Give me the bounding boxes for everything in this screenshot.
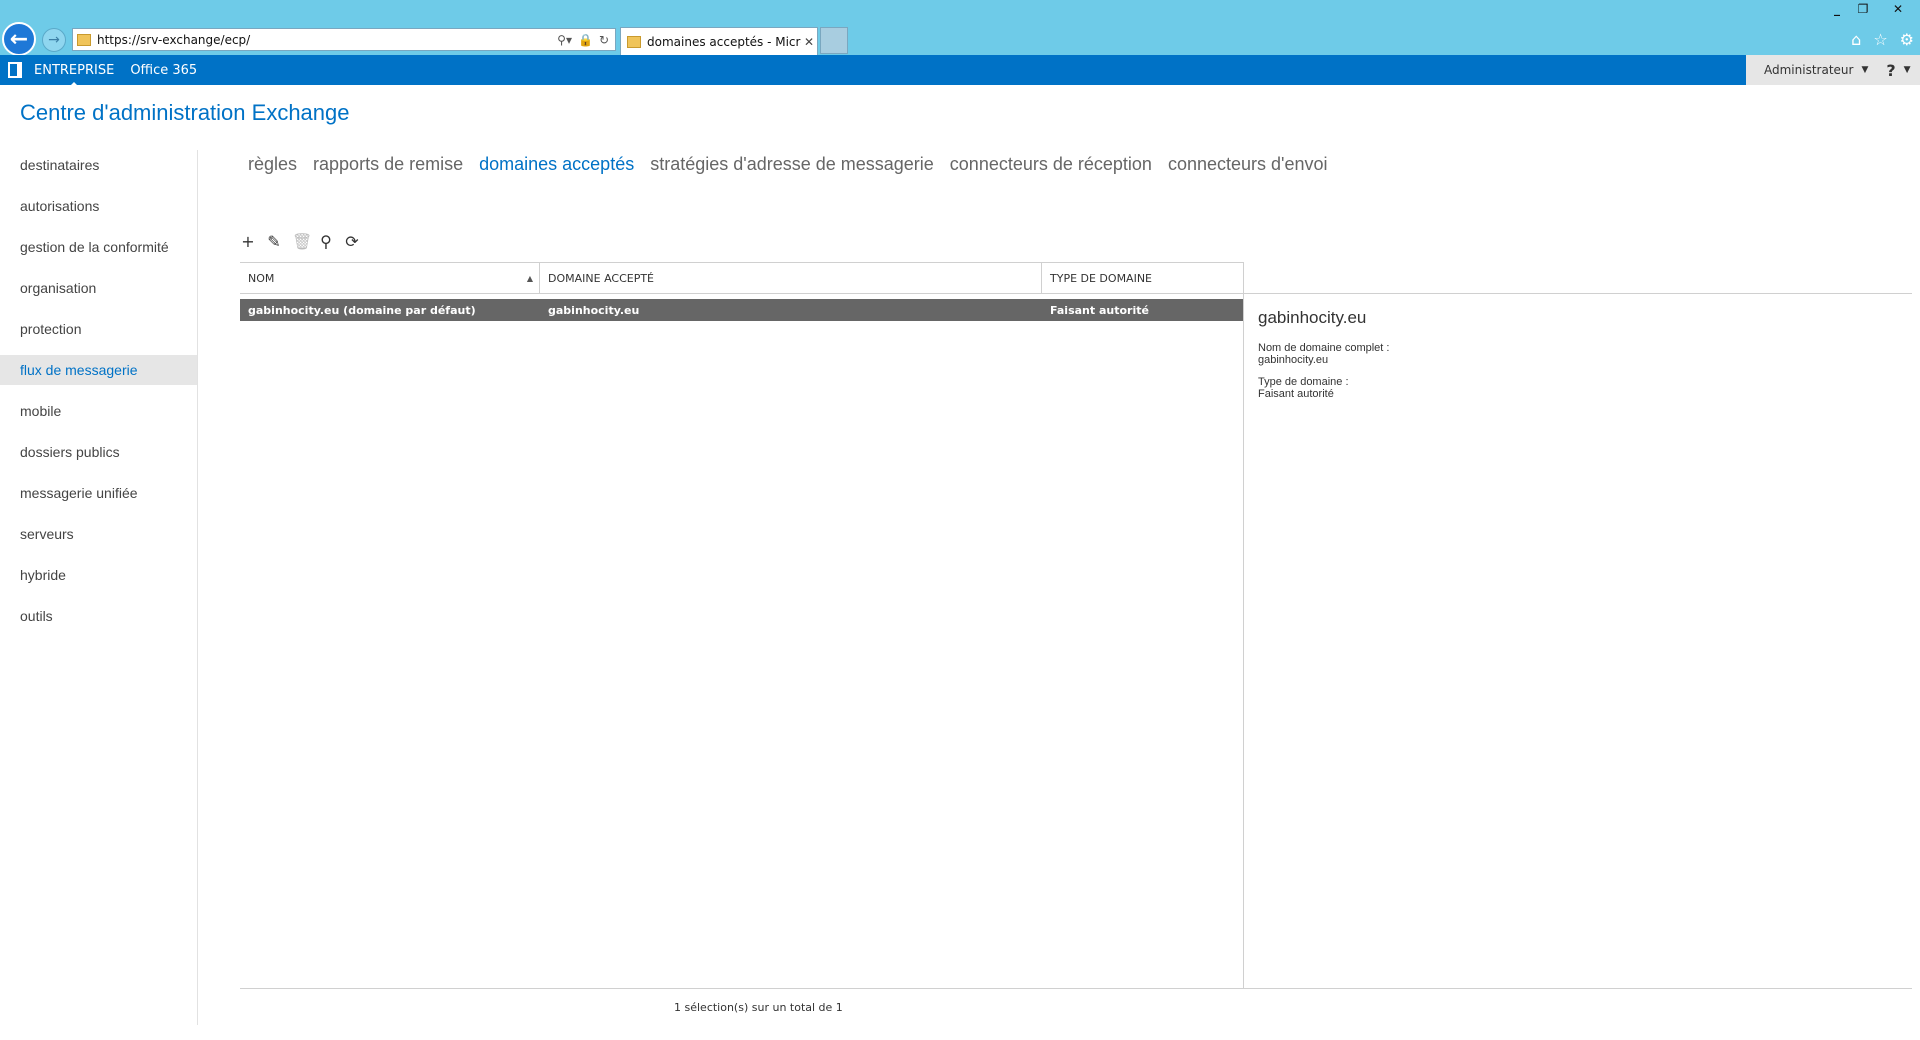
left-nav: destinataires autorisations gestion de l… — [0, 150, 198, 1025]
nav-item-flux-messagerie[interactable]: flux de messagerie — [0, 355, 197, 385]
tab-connecteurs-envoi[interactable]: connecteurs d'envoi — [1168, 154, 1328, 175]
nav-item-serveurs[interactable]: serveurs — [0, 519, 197, 560]
domain-type-value: Faisant autorité — [1258, 388, 1334, 400]
home-icon[interactable]: ⌂ — [1851, 30, 1861, 49]
column-header-domaine[interactable]: DOMAINE ACCEPTÉ — [540, 263, 1042, 293]
user-area: Administrateur ▼ ? ▼ — [1746, 55, 1920, 85]
nav-item-dossiers-publics[interactable]: dossiers publics — [0, 437, 197, 478]
column-label: TYPE DE DOMAINE — [1050, 271, 1153, 285]
browser-chrome: _ ❐ ✕ ← → https://srv-exchange/ecp/ ⚲▾ 🔒… — [0, 0, 1920, 56]
sub-tabs: règles rapports de remise domaines accep… — [248, 154, 1327, 175]
back-button[interactable]: ← — [2, 22, 36, 56]
search-icon[interactable]: ⚲▾ — [557, 33, 572, 47]
restore-icon[interactable]: ❐ — [1850, 0, 1876, 18]
tab-domaines-acceptes[interactable]: domaines acceptés — [479, 154, 634, 175]
user-menu[interactable]: Administrateur — [1764, 63, 1853, 77]
help-icon[interactable]: ? — [1886, 61, 1895, 80]
window-controls: _ ❐ ✕ — [1824, 0, 1920, 18]
column-header-type[interactable]: TYPE DE DOMAINE — [1042, 263, 1244, 293]
footer-divider — [240, 988, 1912, 989]
refresh-icon[interactable]: ↻ — [599, 33, 609, 47]
page-title: Centre d'administration Exchange — [20, 100, 350, 125]
domain-type-label: Type de domaine : — [1258, 376, 1349, 388]
details-top-line — [1244, 293, 1912, 294]
cell-type: Faisant autorité — [1050, 303, 1149, 317]
cell-domaine: gabinhocity.eu — [548, 303, 640, 317]
column-header-nom[interactable]: NOM ▲ — [240, 263, 540, 293]
sort-ascending-icon: ▲ — [526, 273, 533, 283]
star-icon[interactable]: ☆ — [1873, 30, 1887, 49]
refresh-icon[interactable]: ⟳ — [344, 232, 360, 251]
tab-rapports-remise[interactable]: rapports de remise — [313, 154, 463, 175]
edit-icon[interactable]: ✎ — [266, 232, 282, 251]
tab-title: domaines acceptés - Micro... — [647, 34, 801, 49]
nav-item-organisation[interactable]: organisation — [0, 273, 197, 314]
office-logo-icon[interactable] — [8, 62, 22, 78]
fqdn-label: Nom de domaine complet : — [1258, 342, 1390, 354]
cell-nom: gabinhocity.eu (domaine par défaut) — [248, 303, 476, 317]
search-icon[interactable]: ⚲ — [318, 232, 334, 251]
add-icon[interactable]: + — [240, 232, 256, 251]
address-tools: ⚲▾ 🔒 ↻ — [557, 33, 609, 47]
nav-item-autorisations[interactable]: autorisations — [0, 191, 197, 232]
address-bar[interactable]: https://srv-exchange/ecp/ ⚲▾ 🔒 ↻ — [72, 28, 616, 51]
table-header: NOM ▲ DOMAINE ACCEPTÉ TYPE DE DOMAINE — [240, 262, 1244, 294]
browser-tools: ⌂ ☆ ⚙ — [1851, 30, 1914, 49]
delete-icon[interactable]: 🗑 — [292, 232, 312, 251]
minimize-icon[interactable]: _ — [1824, 0, 1850, 18]
new-tab-button[interactable] — [820, 27, 848, 54]
nav-item-hybride[interactable]: hybride — [0, 560, 197, 601]
fqdn-value: gabinhocity.eu — [1258, 354, 1329, 366]
nav-item-conformite[interactable]: gestion de la conformité — [0, 232, 197, 273]
tab-strategies-adresse[interactable]: stratégies d'adresse de messagerie — [650, 154, 934, 175]
chevron-down-icon[interactable]: ▼ — [1904, 65, 1911, 75]
tab-regles[interactable]: règles — [248, 154, 297, 175]
table-row[interactable]: gabinhocity.eu (domaine par défaut) gabi… — [240, 299, 1244, 321]
close-icon[interactable]: ✕ — [1876, 0, 1920, 18]
nav-office365[interactable]: Office 365 — [130, 63, 197, 78]
gear-icon[interactable]: ⚙ — [1900, 30, 1914, 49]
column-label: NOM — [248, 271, 275, 285]
tab-favicon-icon — [627, 35, 641, 48]
address-url[interactable]: https://srv-exchange/ecp/ — [97, 33, 557, 47]
browser-tab[interactable]: domaines acceptés - Micro... ✕ — [620, 27, 818, 55]
lock-icon[interactable]: 🔒 — [578, 33, 593, 47]
pane-divider — [1243, 262, 1244, 989]
nav-entreprise[interactable]: ENTREPRISE — [34, 63, 114, 87]
nav-item-outils[interactable]: outils — [0, 601, 197, 642]
selection-status: 1 sélection(s) sur un total de 1 — [674, 1001, 843, 1014]
arrow-right-icon: → — [48, 32, 60, 48]
site-favicon-icon — [77, 33, 91, 46]
office-bar: ENTREPRISE Office 365 Administrateur ▼ ?… — [0, 55, 1920, 87]
forward-button[interactable]: → — [42, 28, 66, 52]
tab-connecteurs-reception[interactable]: connecteurs de réception — [950, 154, 1152, 175]
toolbar: + ✎ 🗑 ⚲ ⟳ — [240, 232, 360, 251]
details-pane: gabinhocity.eu Nom de domaine complet : … — [1258, 308, 1389, 410]
arrow-left-icon: ← — [9, 26, 29, 52]
details-title: gabinhocity.eu — [1258, 308, 1367, 327]
nav-item-mobile[interactable]: mobile — [0, 396, 197, 437]
chevron-down-icon[interactable]: ▼ — [1861, 65, 1868, 75]
nav-item-protection[interactable]: protection — [0, 314, 197, 355]
tab-close-icon[interactable]: ✕ — [801, 35, 817, 49]
column-label: DOMAINE ACCEPTÉ — [548, 271, 655, 285]
nav-item-messagerie-unifiee[interactable]: messagerie unifiée — [0, 478, 197, 519]
nav-item-destinataires[interactable]: destinataires — [0, 150, 197, 191]
